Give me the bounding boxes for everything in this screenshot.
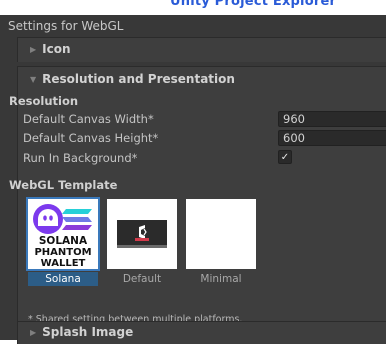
template-label-minimal[interactable]: Minimal [186,272,256,286]
resolution-foldout-label: Resolution and Presentation [42,72,235,86]
canvas-height-label: Default Canvas Height* [23,131,159,145]
splash-image-foldout-header[interactable]: ▶ Splash Image [30,325,133,339]
template-label-solana[interactable]: Solana [28,272,98,286]
template-thumb-solana[interactable]: SOLANA PHANTOM WALLET [26,197,100,271]
foldout-arrow-icon: ▶ [30,45,37,54]
panel-title: Settings for WebGL [8,19,124,33]
foldout-arrow-icon: ▶ [30,328,37,337]
top-strip-text: Unity Project Explorer [170,0,337,9]
run-in-background-label: Run In Background* [23,151,138,165]
solana-stripes-icon [62,209,92,230]
checkmark-icon: ✓ [280,152,290,163]
canvas-height-field[interactable]: 600 [278,130,386,146]
resolution-subheader: Resolution [9,94,79,108]
icon-foldout-label: Icon [42,42,71,56]
splash-image-foldout-label: Splash Image [42,325,134,339]
resolution-foldout-header[interactable]: ▼ Resolution and Presentation [30,72,235,86]
icon-foldout[interactable]: ▶ Icon [17,37,386,62]
logo-line-1: SOLANA [39,235,88,247]
webgl-template-header: WebGL Template [9,178,118,192]
template-thumb-minimal[interactable] [186,199,256,269]
run-in-background-checkbox[interactable]: ✓ [278,150,292,164]
top-strip: Unity Project Explorer [0,0,386,15]
canvas-width-field[interactable]: 960 [278,111,386,127]
foldout-arrow-icon: ▼ [30,75,37,84]
logo-line-2: PHANTOM [34,247,91,258]
template-label-default[interactable]: Default [107,272,177,286]
canvas-width-label: Default Canvas Width* [23,112,154,126]
default-template-preview [107,199,177,269]
icon-foldout-header[interactable]: ▶ Icon [30,42,71,56]
splash-image-foldout[interactable]: ▶ Splash Image [17,321,386,344]
template-thumb-default[interactable] [107,199,177,269]
logo-line-3: WALLET [41,258,86,269]
phantom-ghost-icon [33,204,63,234]
settings-panel: Settings for WebGL ▶ Icon ▼ Resolution and… [0,15,386,344]
solana-template-logo: SOLANA PHANTOM WALLET [28,199,98,269]
